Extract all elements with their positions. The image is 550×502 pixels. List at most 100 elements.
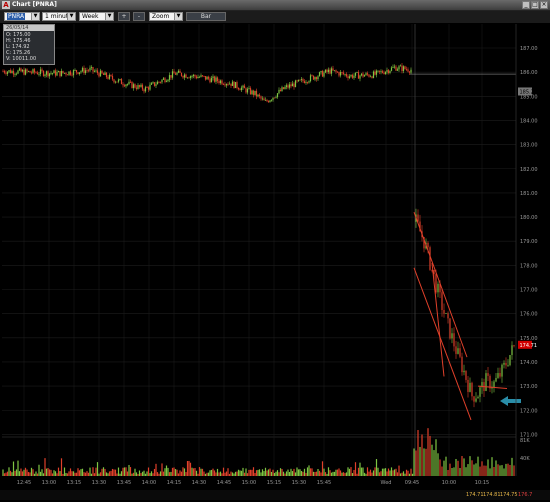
volume-bar xyxy=(155,463,157,476)
volume-bar xyxy=(439,459,441,476)
candle-body xyxy=(30,72,33,74)
zoom-out-button[interactable]: - xyxy=(133,12,145,21)
time-tick-label: 13:15 xyxy=(67,480,81,486)
time-tick-label: 14:30 xyxy=(192,480,206,486)
candle-body xyxy=(329,69,331,74)
volume-bar xyxy=(281,468,283,476)
volume-bar xyxy=(282,471,285,476)
volume-bar xyxy=(296,467,298,476)
chevron-down-icon[interactable]: ▼ xyxy=(31,13,39,20)
candle-body xyxy=(135,87,138,89)
volume-bar xyxy=(137,473,139,476)
price-tick-label: 173.00 xyxy=(520,384,538,390)
time-tick-label: 09:45 xyxy=(405,480,419,486)
volume-bar xyxy=(499,465,501,476)
candle-body xyxy=(128,81,130,85)
candle-body xyxy=(297,79,300,82)
candle-body xyxy=(378,70,381,72)
volume-bar xyxy=(453,467,455,476)
chevron-down-icon[interactable]: ▼ xyxy=(67,13,75,20)
volume-bar xyxy=(234,471,237,476)
volume-bar xyxy=(195,470,198,476)
candle-body xyxy=(123,85,126,87)
chevron-down-icon[interactable]: ▼ xyxy=(174,13,182,20)
candle-body xyxy=(455,346,457,354)
volume-bar xyxy=(399,473,402,476)
candle-body xyxy=(485,373,487,391)
candle-body xyxy=(147,87,150,90)
candle-body xyxy=(278,89,280,94)
volume-bar xyxy=(38,464,40,476)
candle-body xyxy=(360,73,363,76)
price-tick-label: 178.00 xyxy=(520,263,538,269)
close-button[interactable]: × xyxy=(540,1,548,9)
volume-bar xyxy=(369,469,372,476)
volume-bar xyxy=(485,465,487,476)
volume-bar xyxy=(149,473,151,476)
volume-bar xyxy=(270,471,273,476)
chevron-down-icon[interactable]: ▼ xyxy=(105,13,113,20)
volume-bar xyxy=(413,448,415,476)
volume-bar xyxy=(503,468,505,476)
candle-body xyxy=(293,83,295,88)
volume-bar xyxy=(455,458,457,476)
candle-body xyxy=(336,71,339,73)
chart-area[interactable]: 187.00 186.00 185.00 184.00 183.00 182.00 181.… xyxy=(0,24,550,500)
candle-body xyxy=(335,70,337,72)
candle-body xyxy=(511,345,513,356)
volume-bar xyxy=(144,473,147,476)
interval-select[interactable]: 1 minute ▼ xyxy=(42,12,76,21)
time-tick-label: 14:45 xyxy=(217,480,231,486)
volume-bar xyxy=(443,460,445,476)
candle-body xyxy=(201,75,204,77)
volume-bar xyxy=(113,469,115,476)
period-select[interactable]: Week ▼ xyxy=(79,12,114,21)
candle-body xyxy=(141,84,144,90)
volume-bar xyxy=(246,473,249,476)
volume-bar xyxy=(239,470,241,476)
candle-body xyxy=(393,66,396,68)
minimize-button[interactable]: _ xyxy=(522,1,530,9)
zoom-in-button[interactable]: + xyxy=(118,12,130,21)
volume-bar xyxy=(168,472,171,476)
volume-bar xyxy=(401,472,403,476)
candle-body xyxy=(6,71,9,74)
price-tick-label: 181.00 xyxy=(520,191,538,197)
mode-select[interactable]: Zoom ▼ xyxy=(149,12,183,21)
candle-body xyxy=(254,90,256,95)
candle-body xyxy=(285,85,288,87)
candle-body xyxy=(12,70,15,75)
volume-bar xyxy=(489,468,491,476)
candle-body xyxy=(56,72,58,76)
candle-body xyxy=(308,81,310,83)
candle-body xyxy=(89,67,91,71)
volume-bar xyxy=(69,468,72,476)
volume-bar xyxy=(302,471,304,476)
candle-body xyxy=(288,84,291,88)
volume-bar xyxy=(427,428,429,476)
candle-body xyxy=(35,72,37,74)
symbol-select[interactable]: PNRA ▼ xyxy=(4,12,40,21)
volume-bar xyxy=(375,459,378,476)
time-tick-label: 13:45 xyxy=(117,480,131,486)
volume-bar xyxy=(287,469,289,476)
maximize-button[interactable]: □ xyxy=(531,1,539,9)
candle-body xyxy=(473,396,475,402)
candle-body xyxy=(77,72,79,75)
volume-bar xyxy=(221,473,223,476)
volume-bar xyxy=(465,467,467,476)
volume-bar xyxy=(445,456,447,476)
volume-bar xyxy=(276,470,279,476)
volume-bar xyxy=(96,462,99,476)
bar-type-button[interactable]: Bar xyxy=(186,12,226,21)
volume-bar xyxy=(317,469,319,476)
volume-bar xyxy=(393,469,396,476)
volume-bar xyxy=(156,472,159,476)
volume-bar xyxy=(495,460,497,476)
volume-bar xyxy=(251,469,253,476)
volume-bar xyxy=(269,468,271,476)
price-chart[interactable]: 187.00186.00185.00184.00183.00182.00181.… xyxy=(0,24,550,500)
candle-body xyxy=(102,73,105,75)
candle-body xyxy=(330,68,333,74)
candle-body xyxy=(404,66,406,70)
